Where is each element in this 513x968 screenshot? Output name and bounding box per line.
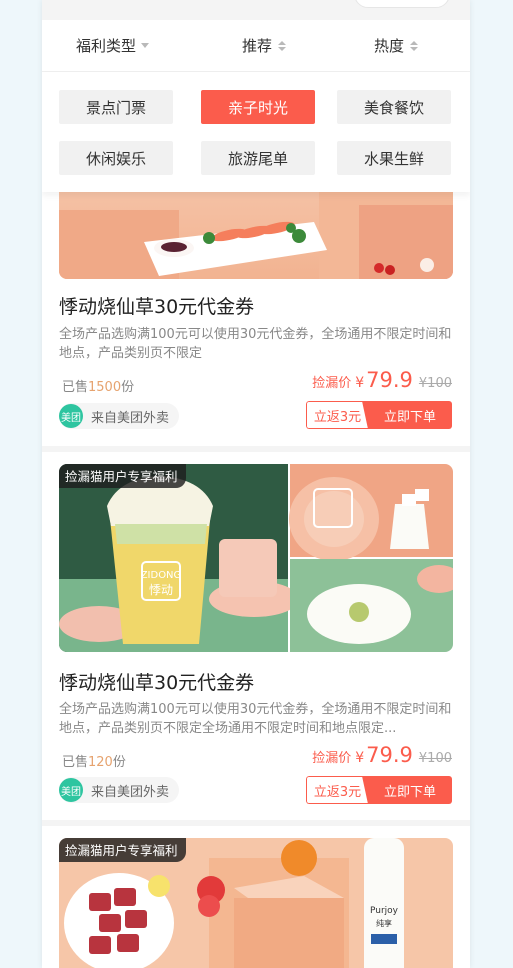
price-value: 79.9 xyxy=(366,368,413,392)
price-label: 捡漏价 xyxy=(312,751,352,766)
category-scenic-tickets[interactable]: 景点门票 xyxy=(59,90,173,124)
filter-welfare-type-label: 福利类型 xyxy=(76,37,137,55)
sort-arrows-icon xyxy=(410,40,419,51)
rebate-button[interactable]: 立返3元 xyxy=(306,401,368,429)
exclusive-tag: 捡漏猫用户专享福利 xyxy=(59,838,186,862)
dropdown-arrow-icon xyxy=(141,43,150,48)
buy-button-group: 立返3元 立即下单 xyxy=(306,401,452,429)
price-label: 捡漏价 xyxy=(312,376,352,391)
cup-logo-text: 悸动 xyxy=(149,583,173,597)
exclusive-tag: 捡漏猫用户专享福利 xyxy=(59,464,186,488)
category-panel: 景点门票 亲子时光 美食餐饮 休闲娱乐 旅游尾单 水果生鲜 xyxy=(42,72,470,192)
bottle-sub-text: 纯享 xyxy=(376,918,392,928)
price-value: 79.9 xyxy=(366,743,413,767)
source-badge: 美团 来自美团外卖 xyxy=(59,403,180,429)
buy-button-group: 立返3元 立即下单 xyxy=(306,776,452,804)
product-description: 全场产品选购满100元可以使用30元代金券，全场通用不限定时间和地点，产品类别页… xyxy=(59,327,452,361)
order-now-button[interactable]: 立即下单 xyxy=(362,401,452,429)
sold-count: 已售1500份 xyxy=(62,380,135,395)
source-text: 来自美团外卖 xyxy=(91,784,170,800)
filter-bar: 福利类型 推荐 热度 xyxy=(42,20,470,72)
currency-symbol: ¥ xyxy=(355,750,365,766)
sold-count: 已售120份 xyxy=(62,755,126,770)
currency-symbol: ¥ xyxy=(355,375,365,391)
filter-recommend-label: 推荐 xyxy=(242,37,273,55)
product-description: 全场产品选购满100元可以使用30元代金券，全场通用不限定时间和地点，产品类别页… xyxy=(59,702,452,736)
category-family-time[interactable]: 亲子时光 xyxy=(201,90,315,124)
product-card[interactable]: 捡漏猫用户专享福利 Purjoy 纯享 xyxy=(42,826,470,968)
sort-arrows-icon xyxy=(278,40,287,51)
source-text: 来自美团外卖 xyxy=(91,410,170,426)
source-badge: 美团 来自美团外卖 xyxy=(59,777,180,803)
rebate-button[interactable]: 立返3元 xyxy=(306,776,368,804)
meituan-logo-icon: 美团 xyxy=(59,778,83,802)
category-fruit-fresh[interactable]: 水果生鲜 xyxy=(337,141,451,175)
price-block: 捡漏价 ¥ 79.9 ¥100 xyxy=(312,743,452,767)
top-pill-edge xyxy=(354,0,450,8)
product-title: 悸动烧仙草30元代金券 xyxy=(59,672,255,694)
original-price: ¥100 xyxy=(418,751,452,766)
filter-recommend[interactable]: 推荐 xyxy=(242,35,287,56)
category-leisure[interactable]: 休闲娱乐 xyxy=(59,141,173,175)
product-image: 捡漏猫用户专享福利 Purjoy 纯享 xyxy=(59,838,453,968)
bottle-brand-text: Purjoy xyxy=(370,906,399,916)
original-price: ¥100 xyxy=(418,376,452,391)
category-travel-deals[interactable]: 旅游尾单 xyxy=(201,141,315,175)
product-image: 捡漏猫用户专享福利 ZIDONG 悸动 xyxy=(59,464,453,652)
filter-welfare-type[interactable]: 福利类型 xyxy=(76,35,150,56)
filter-popularity[interactable]: 热度 xyxy=(374,35,419,56)
product-card[interactable]: 捡漏猫用户专享福利 ZIDONG 悸动 悸动烧仙草30元代金券 全场产品选购满1… xyxy=(42,452,470,820)
product-card[interactable]: 悸动烧仙草30元代金券 全场产品选购满100元可以使用30元代金券，全场通用不限… xyxy=(42,150,470,446)
category-food-dining[interactable]: 美食餐饮 xyxy=(337,90,451,124)
cup-brand-mark: ZIDONG xyxy=(141,570,182,581)
filter-popularity-label: 热度 xyxy=(374,37,405,55)
order-now-button[interactable]: 立即下单 xyxy=(362,776,452,804)
meituan-logo-icon: 美团 xyxy=(59,404,83,428)
price-block: 捡漏价 ¥ 79.9 ¥100 xyxy=(312,368,452,392)
phone-screen: 福利类型 推荐 热度 景点门票 亲子时光 美食餐饮 休闲娱乐 旅游尾单 水果生鲜 xyxy=(42,0,470,968)
product-title: 悸动烧仙草30元代金券 xyxy=(59,296,255,318)
